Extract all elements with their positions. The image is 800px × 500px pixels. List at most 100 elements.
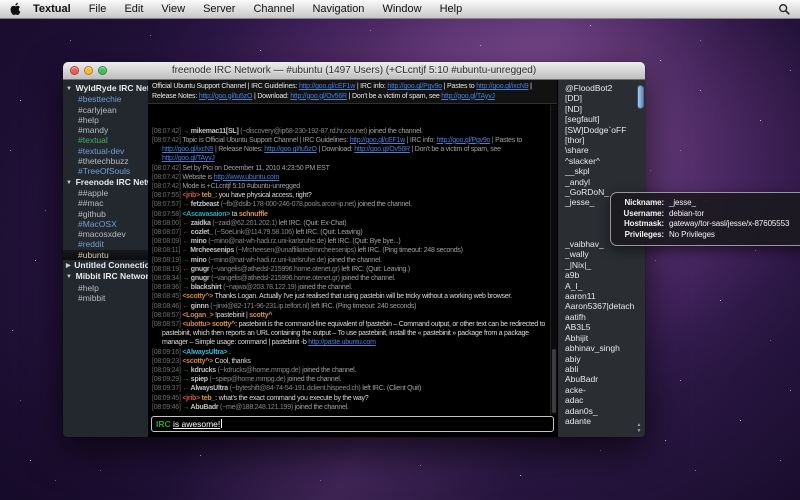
sidebar-item-help[interactable]: #help xyxy=(63,115,148,125)
user-list-item[interactable]: _wally xyxy=(558,249,645,259)
menu-window[interactable]: Window xyxy=(373,3,430,15)
message-link[interactable]: http://goo.gl/Ov56R xyxy=(354,146,410,153)
user-list-item[interactable]: Aaron5367|detach xyxy=(558,301,645,311)
sidebar-item-textual-dev[interactable]: #textual-dev xyxy=(63,146,148,156)
message-timestamp: [08:07:57] xyxy=(152,201,182,208)
user-list-item[interactable]: @FloodBot2 xyxy=(558,83,645,93)
user-list-item[interactable]: [segfault] xyxy=(558,114,645,124)
close-button[interactable] xyxy=(70,66,79,75)
message-segment: → xyxy=(182,275,190,282)
user-list-item[interactable]: acke- xyxy=(558,385,645,395)
menu-help[interactable]: Help xyxy=(431,3,472,15)
disclosure-triangle-icon[interactable]: ▶ xyxy=(66,263,72,269)
sidebar-item-macosxdev[interactable]: #macosxdev xyxy=(63,229,148,239)
user-list-item[interactable]: a9b xyxy=(558,270,645,280)
user-list-item[interactable]: [ND] xyxy=(558,104,645,114)
message-timestamp: [08:08:19] xyxy=(152,266,182,273)
window-title-bar[interactable]: freenode IRC Network — #ubuntu (1497 Use… xyxy=(63,62,645,80)
menu-server[interactable]: Server xyxy=(194,3,244,15)
sidebar-item-help[interactable]: #help xyxy=(63,283,148,293)
message-segment: (~vangelis@athedsl-215996.home.otenet.gr… xyxy=(211,266,341,273)
zoom-button[interactable] xyxy=(98,66,107,75)
message-segment: joined the channel. xyxy=(358,201,412,208)
sidebar-item-besttechie[interactable]: #besttechie xyxy=(63,94,148,104)
topic-link[interactable]: http://goo.gl/TAyvJ xyxy=(441,93,495,100)
message-segment: → xyxy=(182,367,190,374)
user-list-item[interactable]: ^slacker^ xyxy=(558,156,645,166)
menu-channel[interactable]: Channel xyxy=(244,3,303,15)
sidebar-group-untitled-connection[interactable]: ▶ Untitled Connection xyxy=(63,260,148,271)
disclosure-triangle-icon[interactable]: ▼ xyxy=(66,180,74,186)
tooltip-label: Nickname: xyxy=(618,198,664,209)
message-segment: cozlet_ xyxy=(191,229,215,236)
topic-link[interactable]: http://goo.gl/ixcN9 xyxy=(476,83,528,90)
chat-scrollbar-thumb[interactable] xyxy=(552,349,556,413)
disclosure-triangle-icon[interactable]: ▼ xyxy=(66,274,74,280)
user-list-item[interactable]: AbuBadr xyxy=(558,374,645,384)
message-link[interactable]: http://goo.gl/TAyvJ xyxy=(162,155,215,162)
sidebar-item-apple[interactable]: ##apple xyxy=(63,188,148,198)
sidebar-item-textual[interactable]: #textual xyxy=(63,135,148,145)
user-list-item[interactable]: Abhijit xyxy=(558,333,645,343)
menu-navigation[interactable]: Navigation xyxy=(303,3,373,15)
user-list-item[interactable]: adac xyxy=(558,395,645,405)
sidebar-item-github[interactable]: #github xyxy=(63,209,148,219)
sidebar-item-ubuntu[interactable]: #ubuntu xyxy=(63,250,148,260)
message-timestamp: [08:07:42] xyxy=(152,183,182,190)
chat-message: [08:08:57] <ubottu> scotty^: pastebinit … xyxy=(152,320,547,348)
chat-scrollbar[interactable] xyxy=(550,105,557,415)
user-list-scrollbar-thumb[interactable] xyxy=(637,85,644,109)
user-list-item[interactable]: [SW]Dodge`oFF xyxy=(558,125,645,135)
user-list-item[interactable]: A_I_ xyxy=(558,281,645,291)
sidebar-group-wyldryde-irc-network[interactable]: ▼ WyldRyde IRC Network xyxy=(63,83,148,94)
scroll-down-icon[interactable]: ▼ xyxy=(633,428,645,434)
message-link[interactable]: http://goo.gl/tu5zO xyxy=(264,146,316,153)
sidebar-item-TreeOfSouls[interactable]: #TreeOfSouls xyxy=(63,166,148,176)
message-link[interactable]: http://goo.gl/cEF1w xyxy=(350,137,405,144)
user-list-item[interactable]: __skpl xyxy=(558,166,645,176)
menu-view[interactable]: View xyxy=(152,3,194,15)
message-link[interactable]: http://goo.gl/ixcN9 xyxy=(162,146,213,153)
spotlight-search[interactable] xyxy=(778,3,790,15)
topic-link[interactable]: http://goo.gl/tu5zO xyxy=(199,93,252,100)
user-list-item[interactable]: adante xyxy=(558,416,645,426)
message-input[interactable]: IRC is awesome! xyxy=(151,416,554,432)
menu-textual[interactable]: Textual xyxy=(24,3,80,15)
topic-link[interactable]: http://goo.gl/Ov56R xyxy=(290,93,347,100)
message-timestamp: [08:07:42] xyxy=(152,165,182,172)
menu-file[interactable]: File xyxy=(80,3,116,15)
sidebar-item-reddit[interactable]: #reddit xyxy=(63,239,148,249)
apple-menu[interactable] xyxy=(10,2,22,16)
sidebar-item-mac[interactable]: ##mac xyxy=(63,198,148,208)
sidebar-group-freenode-irc-network[interactable]: ▼ Freenode IRC Network xyxy=(63,177,148,188)
user-list-item[interactable]: abiy xyxy=(558,354,645,364)
sidebar-group-mibbit-irc-network[interactable]: ▼ Mibbit IRC Network xyxy=(63,271,148,282)
sidebar-item-mandy[interactable]: #mandy xyxy=(63,125,148,135)
message-link[interactable]: http://goo.gl/Pgv9o xyxy=(437,137,491,144)
user-list-item[interactable]: [DD] xyxy=(558,93,645,103)
user-list-item[interactable]: adan0s_ xyxy=(558,406,645,416)
sidebar-item-thetechbuzz[interactable]: #thetechbuzz xyxy=(63,156,148,166)
minimize-button[interactable] xyxy=(84,66,93,75)
user-list-item[interactable]: _|Nix|_ xyxy=(558,260,645,270)
message-link[interactable]: http://paste.ubuntu.com xyxy=(308,339,375,346)
user-list-item[interactable]: AB3L5 xyxy=(558,322,645,332)
topic-link[interactable]: http://goo.gl/cEF1w xyxy=(299,83,355,90)
user-list-item[interactable]: aatifh xyxy=(558,312,645,322)
message-link[interactable]: http://www.ubuntu.com xyxy=(214,174,280,181)
user-list-item[interactable]: abhinav_singh xyxy=(558,343,645,353)
message-segment: (~Mrcheesen@unaffiliated/mrcheesenips) xyxy=(236,247,358,254)
textual-window: freenode IRC Network — #ubuntu (1497 Use… xyxy=(63,62,645,437)
menu-edit[interactable]: Edit xyxy=(115,3,152,15)
user-list-item[interactable]: [thor] xyxy=(558,135,645,145)
disclosure-triangle-icon[interactable]: ▼ xyxy=(66,86,74,92)
sidebar-item-MacOSX[interactable]: #MacOSX xyxy=(63,219,148,229)
user-list-item[interactable]: \share xyxy=(558,145,645,155)
topic-link[interactable]: http://goo.gl/Pgv9o xyxy=(387,83,442,90)
user-list-item[interactable]: abli xyxy=(558,364,645,374)
sidebar-item-mibbit[interactable]: #mibbit xyxy=(63,293,148,303)
user-list-scroll-arrows[interactable]: ▲▼ xyxy=(633,422,645,434)
user-list-item[interactable]: _andyl xyxy=(558,177,645,187)
sidebar-item-carlyjean[interactable]: #carlyjean xyxy=(63,105,148,115)
user-list-item[interactable]: aaron11 xyxy=(558,291,645,301)
